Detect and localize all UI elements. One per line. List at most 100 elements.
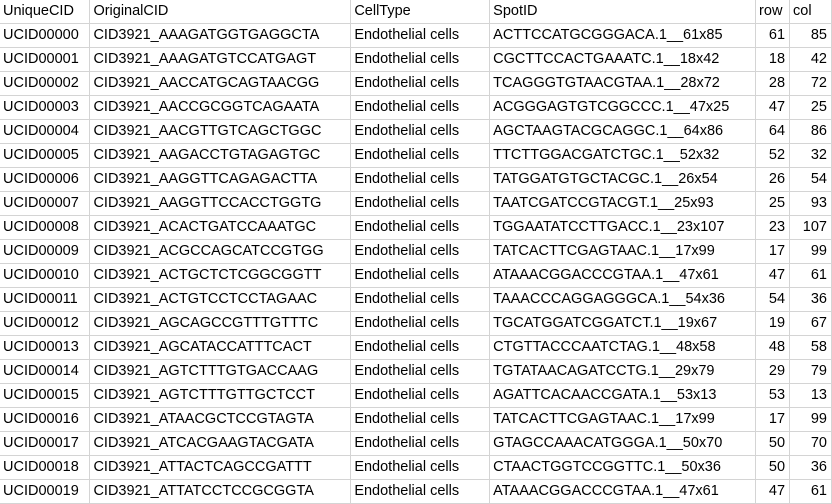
cell-col[interactable]: 58	[789, 335, 832, 360]
cell-spotid[interactable]: TAATCGATCCGTACGT.1__25x93	[489, 191, 757, 216]
cell-col[interactable]: 79	[789, 359, 832, 384]
cell-originalcid[interactable]: CID3921_ACGCCAGCATCCGTGG	[89, 239, 352, 264]
cell-row[interactable]: 48	[755, 335, 791, 360]
cell-spotid[interactable]: ACGGGAGTGTCGGCCC.1__47x25	[489, 95, 757, 120]
cell-row[interactable]: 19	[755, 311, 791, 336]
cell-spotid[interactable]: TAAACCCAGGAGGGCA.1__54x36	[489, 287, 757, 312]
cell-uniquecid[interactable]: UCID00014	[0, 359, 91, 384]
header-cell-spotid[interactable]: SpotID	[489, 0, 757, 24]
cell-spotid[interactable]: TATCACTTCGAGTAAC.1__17x99	[489, 407, 757, 432]
header-cell-originalcid[interactable]: OriginalCID	[89, 0, 352, 24]
cell-row[interactable]: 23	[755, 215, 791, 240]
cell-celltype[interactable]: Endothelial cells	[350, 167, 491, 192]
cell-originalcid[interactable]: CID3921_ACTGCTCTCGGCGGTT	[89, 263, 352, 288]
header-cell-uniquecid[interactable]: UniqueCID	[0, 0, 91, 24]
cell-col[interactable]: 85	[789, 23, 832, 48]
cell-spotid[interactable]: ATAAACGGACCCGTAA.1__47x61	[489, 479, 757, 504]
header-cell-celltype[interactable]: CellType	[350, 0, 491, 24]
cell-spotid[interactable]: TCAGGGTGTAACGTAA.1__28x72	[489, 71, 757, 96]
cell-originalcid[interactable]: CID3921_AAGGTTCCACCTGGTG	[89, 191, 352, 216]
cell-originalcid[interactable]: CID3921_ATTATCCTCCGCGGTA	[89, 479, 352, 504]
cell-originalcid[interactable]: CID3921_AAAGATGTCCATGAGT	[89, 47, 352, 72]
header-cell-row[interactable]: row	[755, 0, 791, 24]
cell-celltype[interactable]: Endothelial cells	[350, 23, 491, 48]
cell-row[interactable]: 61	[755, 23, 791, 48]
cell-col[interactable]: 32	[789, 143, 832, 168]
cell-col[interactable]: 107	[789, 215, 832, 240]
cell-uniquecid[interactable]: UCID00009	[0, 239, 91, 264]
cell-originalcid[interactable]: CID3921_ATCACGAAGTACGATA	[89, 431, 352, 456]
cell-uniquecid[interactable]: UCID00005	[0, 143, 91, 168]
cell-col[interactable]: 36	[789, 455, 832, 480]
cell-uniquecid[interactable]: UCID00010	[0, 263, 91, 288]
cell-celltype[interactable]: Endothelial cells	[350, 407, 491, 432]
cell-originalcid[interactable]: CID3921_AACCATGCAGTAACGG	[89, 71, 352, 96]
cell-row[interactable]: 29	[755, 359, 791, 384]
cell-spotid[interactable]: CTGTTACCCAATCTAG.1__48x58	[489, 335, 757, 360]
cell-uniquecid[interactable]: UCID00017	[0, 431, 91, 456]
cell-celltype[interactable]: Endothelial cells	[350, 71, 491, 96]
cell-celltype[interactable]: Endothelial cells	[350, 47, 491, 72]
cell-uniquecid[interactable]: UCID00002	[0, 71, 91, 96]
cell-celltype[interactable]: Endothelial cells	[350, 335, 491, 360]
cell-originalcid[interactable]: CID3921_AAGACCTGTAGAGTGC	[89, 143, 352, 168]
cell-uniquecid[interactable]: UCID00016	[0, 407, 91, 432]
cell-col[interactable]: 61	[789, 263, 832, 288]
cell-spotid[interactable]: TTCTTGGACGATCTGC.1__52x32	[489, 143, 757, 168]
cell-celltype[interactable]: Endothelial cells	[350, 431, 491, 456]
cell-uniquecid[interactable]: UCID00007	[0, 191, 91, 216]
cell-uniquecid[interactable]: UCID00000	[0, 23, 91, 48]
header-cell-col[interactable]: col	[789, 0, 832, 24]
cell-uniquecid[interactable]: UCID00004	[0, 119, 91, 144]
cell-row[interactable]: 18	[755, 47, 791, 72]
cell-col[interactable]: 25	[789, 95, 832, 120]
cell-row[interactable]: 47	[755, 263, 791, 288]
cell-uniquecid[interactable]: UCID00006	[0, 167, 91, 192]
cell-spotid[interactable]: TATGGATGTGCTACGC.1__26x54	[489, 167, 757, 192]
cell-celltype[interactable]: Endothelial cells	[350, 143, 491, 168]
cell-row[interactable]: 54	[755, 287, 791, 312]
cell-row[interactable]: 17	[755, 239, 791, 264]
cell-row[interactable]: 17	[755, 407, 791, 432]
cell-col[interactable]: 67	[789, 311, 832, 336]
cell-originalcid[interactable]: CID3921_AACGTTGTCAGCTGGC	[89, 119, 352, 144]
cell-celltype[interactable]: Endothelial cells	[350, 119, 491, 144]
cell-celltype[interactable]: Endothelial cells	[350, 263, 491, 288]
cell-row[interactable]: 28	[755, 71, 791, 96]
cell-originalcid[interactable]: CID3921_AGCATACCATTTCACT	[89, 335, 352, 360]
cell-spotid[interactable]: TGCATGGATCGGATCT.1__19x67	[489, 311, 757, 336]
cell-celltype[interactable]: Endothelial cells	[350, 311, 491, 336]
cell-col[interactable]: 99	[789, 239, 832, 264]
cell-celltype[interactable]: Endothelial cells	[350, 239, 491, 264]
cell-uniquecid[interactable]: UCID00018	[0, 455, 91, 480]
cell-col[interactable]: 70	[789, 431, 832, 456]
cell-celltype[interactable]: Endothelial cells	[350, 383, 491, 408]
cell-originalcid[interactable]: CID3921_ACTGTCCTCCTAGAAC	[89, 287, 352, 312]
cell-col[interactable]: 61	[789, 479, 832, 504]
cell-spotid[interactable]: ACTTCCATGCGGGACA.1__61x85	[489, 23, 757, 48]
cell-originalcid[interactable]: CID3921_AGTCTTTGTGACCAAG	[89, 359, 352, 384]
cell-col[interactable]: 42	[789, 47, 832, 72]
cell-uniquecid[interactable]: UCID00019	[0, 479, 91, 504]
cell-spotid[interactable]: TGGAATATCCTTGACC.1__23x107	[489, 215, 757, 240]
cell-row[interactable]: 50	[755, 455, 791, 480]
cell-originalcid[interactable]: CID3921_AACCGCGGTCAGAATA	[89, 95, 352, 120]
cell-row[interactable]: 25	[755, 191, 791, 216]
cell-uniquecid[interactable]: UCID00013	[0, 335, 91, 360]
cell-spotid[interactable]: GTAGCCAAACATGGGA.1__50x70	[489, 431, 757, 456]
cell-col[interactable]: 86	[789, 119, 832, 144]
cell-spotid[interactable]: CGCTTCCACTGAAATC.1__18x42	[489, 47, 757, 72]
cell-originalcid[interactable]: CID3921_ATAACGCTCCGTAGTA	[89, 407, 352, 432]
cell-col[interactable]: 36	[789, 287, 832, 312]
cell-celltype[interactable]: Endothelial cells	[350, 191, 491, 216]
cell-col[interactable]: 72	[789, 71, 832, 96]
cell-celltype[interactable]: Endothelial cells	[350, 287, 491, 312]
cell-uniquecid[interactable]: UCID00015	[0, 383, 91, 408]
cell-originalcid[interactable]: CID3921_AAGGTTCAGAGACTTA	[89, 167, 352, 192]
cell-row[interactable]: 47	[755, 479, 791, 504]
cell-originalcid[interactable]: CID3921_ACACTGATCCAAATGC	[89, 215, 352, 240]
cell-celltype[interactable]: Endothelial cells	[350, 479, 491, 504]
cell-spotid[interactable]: AGATTCACAACCGATA.1__53x13	[489, 383, 757, 408]
cell-celltype[interactable]: Endothelial cells	[350, 95, 491, 120]
cell-uniquecid[interactable]: UCID00003	[0, 95, 91, 120]
